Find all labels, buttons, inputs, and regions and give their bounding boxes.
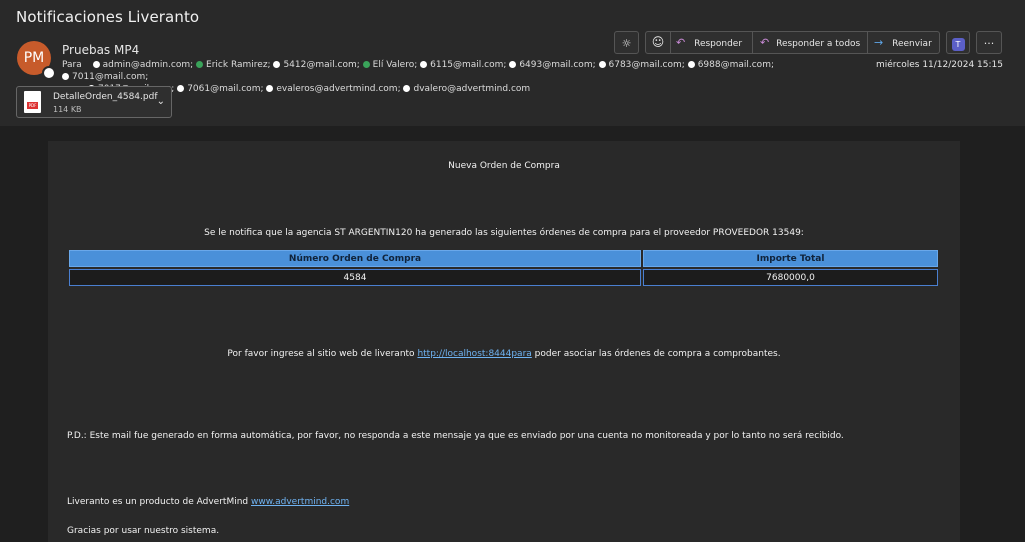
forward-label: Reenviar	[892, 39, 932, 49]
presence-dot-icon	[403, 85, 411, 92]
table-header-row: Número Orden de Compra Importe Total	[69, 250, 938, 267]
reply-label: Responder	[694, 39, 743, 49]
presence-dot-icon	[509, 61, 517, 68]
teams-button[interactable]: T	[946, 31, 970, 54]
sun-icon: ☼	[621, 37, 632, 50]
order-number-cell: 4584	[69, 269, 641, 286]
presence-status-icon	[42, 66, 56, 80]
recipient-name: 6783@mail.com;	[608, 60, 685, 70]
reply-all-label: Responder a todos	[776, 39, 861, 49]
presence-dot-icon	[196, 61, 204, 68]
reply-icon: ↶	[676, 36, 686, 49]
column-header-total: Importe Total	[643, 250, 938, 267]
pdf-badge: PDF	[27, 102, 38, 109]
recipient-name: dvalero@advertmind.com	[413, 84, 531, 94]
recipient-name: 7061@mail.com;	[187, 84, 264, 94]
orders-table: Número Orden de Compra Importe Total 458…	[67, 248, 940, 288]
column-header-order-number: Número Orden de Compra	[69, 250, 641, 267]
ps-paragraph: P.D.: Este mail fue generado en forma au…	[67, 431, 844, 441]
presence-dot-icon	[92, 61, 100, 68]
table-row: 4584 7680000,0	[69, 269, 938, 286]
recipient-name: 5412@mail.com;	[283, 60, 360, 70]
recipient-name: Elí Valero;	[372, 60, 418, 70]
reply-all-button[interactable]: ↶ Responder a todos	[760, 32, 870, 53]
pdf-file-icon: PDF	[24, 91, 41, 113]
message-body-area: Nueva Orden de Compra Se le notifica que…	[0, 126, 1025, 542]
email-subject: Notificaciones Liveranto	[16, 8, 200, 26]
recipient-item[interactable]: 6988@mail.com;	[687, 60, 774, 70]
message-heading: Nueva Orden de Compra	[448, 161, 560, 171]
divider	[670, 32, 671, 53]
emoji-reaction-button[interactable]: ☺	[646, 32, 670, 53]
localhost-link[interactable]: http://localhost:8444para	[417, 349, 531, 359]
divider	[752, 32, 753, 53]
recipient-item[interactable]: 7011@mail.com;	[62, 72, 148, 82]
presence-dot-icon	[273, 61, 281, 68]
teams-icon: T	[951, 38, 965, 51]
smiley-icon: ☺	[651, 35, 665, 49]
recipient-name: Erick Ramirez;	[206, 60, 271, 70]
presence-dot-icon	[62, 73, 69, 80]
order-total-cell: 7680000,0	[643, 269, 938, 286]
recipient-item[interactable]: 7061@mail.com;	[177, 84, 264, 94]
forward-icon: →	[874, 36, 884, 49]
email-date: miércoles 11/12/2024 15:15	[875, 60, 1003, 70]
presence-dot-icon	[266, 85, 274, 92]
forward-button[interactable]: → Reenviar	[874, 32, 940, 53]
product-paragraph: Liveranto es un producto de AdvertMind w…	[67, 497, 349, 507]
reply-button[interactable]: ↶ Responder	[676, 32, 752, 53]
product-text: Liveranto es un producto de AdvertMind	[67, 497, 251, 507]
email-header: Notificaciones Liveranto PM Pruebas MP4 …	[0, 0, 1025, 126]
recipient-item[interactable]: 6115@mail.com;	[420, 60, 506, 70]
reply-actions-group: ☺ ↶ Responder ↶ Responder a todos → Reen…	[645, 31, 940, 54]
recipient-name: 6115@mail.com;	[430, 60, 507, 70]
message-panel: Nueva Orden de Compra Se le notifica que…	[48, 141, 960, 542]
recipient-item[interactable]: 6493@mail.com;	[509, 60, 596, 70]
recipient-name: evaleros@advertmind.com;	[276, 84, 401, 94]
to-label: Para	[62, 60, 82, 70]
cta-text-after: poder asociar las órdenes de compra a co…	[531, 349, 781, 359]
presence-dot-icon	[598, 61, 606, 68]
cta-text-before: Por favor ingrese al sitio web de livera…	[227, 349, 418, 359]
recipient-item[interactable]: evaleros@advertmind.com;	[266, 84, 401, 94]
recipient-item[interactable]: Erick Ramirez;	[196, 60, 271, 70]
recipient-item[interactable]: 5412@mail.com;	[273, 60, 360, 70]
cta-paragraph: Por favor ingrese al sitio web de livera…	[48, 349, 960, 359]
brightness-toggle-button[interactable]: ☼	[614, 31, 639, 54]
more-actions-button[interactable]: ···	[976, 31, 1002, 54]
attachment-name: DetalleOrden_4584.pdf	[53, 92, 158, 102]
presence-dot-icon	[362, 61, 370, 68]
attachment-card[interactable]: PDF DetalleOrden_4584.pdf 114 KB ⌄	[16, 86, 172, 118]
attachment-size: 114 KB	[53, 105, 82, 114]
recipients-list: Para admin@admin.com; Erick Ramirez; 541…	[62, 59, 822, 95]
recipient-name: 6493@mail.com;	[519, 60, 596, 70]
message-intro: Se le notifica que la agencia ST ARGENTI…	[204, 228, 804, 238]
reply-all-icon: ↶	[760, 36, 770, 49]
recipient-name: admin@admin.com;	[102, 60, 194, 70]
presence-dot-icon	[687, 61, 695, 68]
presence-dot-icon	[177, 85, 185, 92]
sender-name[interactable]: Pruebas MP4	[62, 43, 139, 57]
recipient-item[interactable]: admin@admin.com;	[92, 60, 194, 70]
presence-dot-icon	[420, 61, 428, 68]
chevron-down-icon[interactable]: ⌄	[157, 96, 165, 107]
recipient-item[interactable]: dvalero@advertmind.com	[403, 84, 530, 94]
recipient-item[interactable]: 6783@mail.com;	[598, 60, 685, 70]
recipient-item[interactable]: Elí Valero;	[362, 60, 418, 70]
divider	[867, 32, 868, 53]
recipient-name: 7011@mail.com;	[72, 72, 149, 82]
recipient-name: 6988@mail.com;	[697, 60, 774, 70]
thanks-paragraph: Gracias por usar nuestro sistema.	[67, 526, 220, 536]
advertmind-link[interactable]: www.advertmind.com	[251, 497, 349, 507]
